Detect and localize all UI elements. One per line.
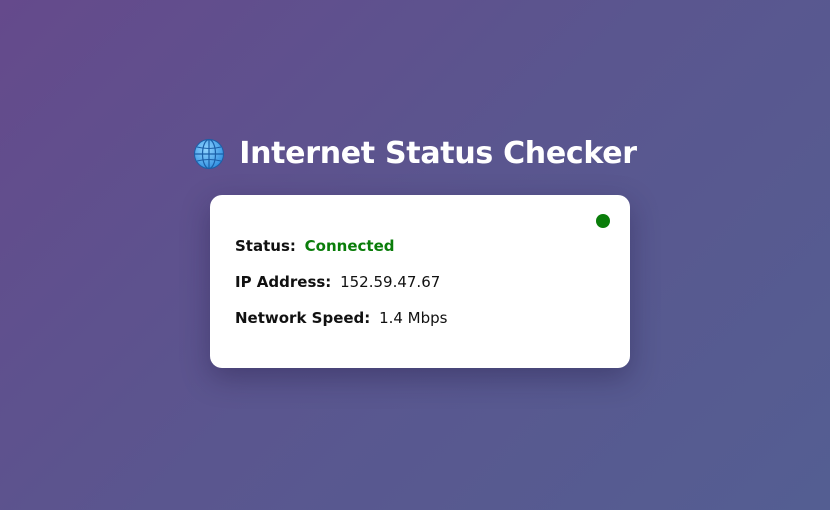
ip-address-value: 152.59.47.67: [340, 273, 441, 291]
page-title: Internet Status Checker: [239, 136, 637, 171]
page-header: Internet Status Checker: [0, 136, 830, 171]
ip-address-row: IP Address: 152.59.47.67: [235, 271, 605, 307]
ip-address-label: IP Address:: [235, 273, 332, 291]
network-speed-row: Network Speed: 1.4 Mbps: [235, 307, 605, 343]
connection-indicator-dot: [596, 214, 610, 228]
status-label: Status:: [235, 237, 296, 255]
globe-icon: [193, 138, 225, 170]
network-speed-value: 1.4 Mbps: [379, 309, 448, 327]
status-value: Connected: [304, 237, 395, 255]
network-speed-label: Network Speed:: [235, 309, 371, 327]
status-row: Status: Connected: [235, 235, 605, 271]
status-card: Status: Connected IP Address: 152.59.47.…: [210, 195, 630, 368]
